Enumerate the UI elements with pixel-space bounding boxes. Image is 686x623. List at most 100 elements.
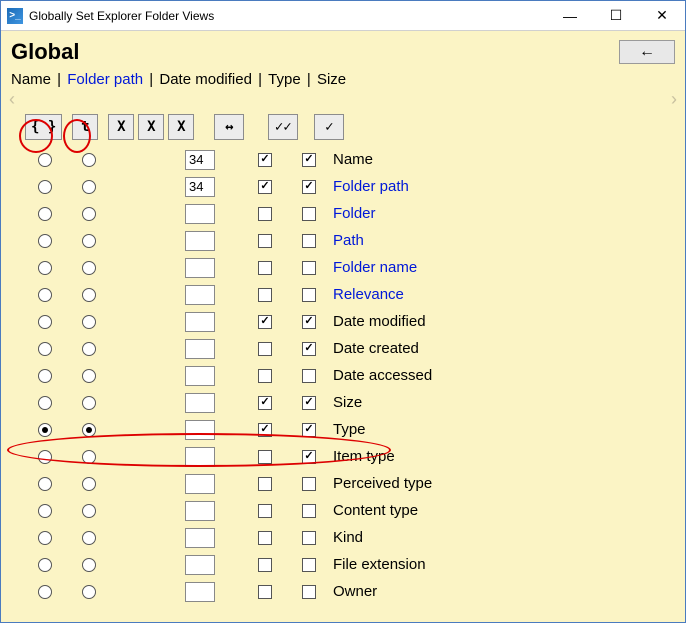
- enable-column-checkbox[interactable]: [302, 207, 316, 221]
- width-input[interactable]: [185, 366, 215, 386]
- group-by-radio[interactable]: [38, 477, 52, 491]
- enable-column-checkbox[interactable]: [302, 153, 316, 167]
- width-input[interactable]: [185, 177, 215, 197]
- width-input[interactable]: [185, 150, 215, 170]
- enable-column-checkbox[interactable]: [302, 531, 316, 545]
- show-column-checkbox[interactable]: [258, 450, 272, 464]
- group-by-radio[interactable]: [38, 369, 52, 383]
- show-column-checkbox[interactable]: [258, 396, 272, 410]
- sort-by-radio[interactable]: [82, 153, 96, 167]
- sort-by-radio[interactable]: [82, 207, 96, 221]
- group-by-radio[interactable]: [38, 531, 52, 545]
- enable-column-checkbox[interactable]: [302, 585, 316, 599]
- width-input[interactable]: [185, 474, 215, 494]
- group-by-radio[interactable]: [38, 315, 52, 329]
- group-by-radio[interactable]: [38, 261, 52, 275]
- show-column-checkbox[interactable]: [258, 477, 272, 491]
- close-button[interactable]: ✕: [639, 1, 685, 30]
- minimize-button[interactable]: —: [547, 1, 593, 30]
- width-input[interactable]: [185, 204, 215, 224]
- sort-by-radio[interactable]: [82, 369, 96, 383]
- show-column-checkbox[interactable]: [258, 558, 272, 572]
- sort-by-radio[interactable]: [82, 531, 96, 545]
- enable-column-checkbox[interactable]: [302, 180, 316, 194]
- group-by-radio[interactable]: [38, 585, 52, 599]
- column-name-label[interactable]: Folder: [329, 205, 685, 222]
- width-input[interactable]: [185, 285, 215, 305]
- show-column-checkbox[interactable]: [258, 315, 272, 329]
- show-column-checkbox[interactable]: [258, 423, 272, 437]
- maximize-button[interactable]: ☐: [593, 1, 639, 30]
- double-check-button[interactable]: ✓✓: [268, 114, 298, 140]
- show-column-checkbox[interactable]: [258, 153, 272, 167]
- sort-by-radio[interactable]: [82, 261, 96, 275]
- sort-by-radio[interactable]: [82, 477, 96, 491]
- show-column-checkbox[interactable]: [258, 261, 272, 275]
- show-column-checkbox[interactable]: [258, 207, 272, 221]
- breadcrumb-item[interactable]: Folder path: [67, 71, 143, 88]
- sort-by-radio[interactable]: [82, 315, 96, 329]
- enable-column-checkbox[interactable]: [302, 450, 316, 464]
- enable-column-checkbox[interactable]: [302, 288, 316, 302]
- show-column-checkbox[interactable]: [258, 504, 272, 518]
- show-column-checkbox[interactable]: [258, 234, 272, 248]
- enable-column-checkbox[interactable]: [302, 234, 316, 248]
- enable-column-checkbox[interactable]: [302, 423, 316, 437]
- show-column-checkbox[interactable]: [258, 180, 272, 194]
- group-by-radio[interactable]: [38, 180, 52, 194]
- x-button-3[interactable]: X: [168, 114, 194, 140]
- enable-column-checkbox[interactable]: [302, 504, 316, 518]
- single-check-button[interactable]: ✓: [314, 114, 344, 140]
- column-name-label[interactable]: Folder path: [329, 178, 685, 195]
- width-input[interactable]: [185, 582, 215, 602]
- group-by-radio[interactable]: [38, 396, 52, 410]
- show-column-checkbox[interactable]: [258, 369, 272, 383]
- column-name-label[interactable]: Path: [329, 232, 685, 249]
- scroll-left-icon[interactable]: ‹: [9, 92, 15, 110]
- enable-column-checkbox[interactable]: [302, 261, 316, 275]
- column-name-label[interactable]: Folder name: [329, 259, 685, 276]
- group-by-radio[interactable]: [38, 153, 52, 167]
- sort-by-radio[interactable]: [82, 342, 96, 356]
- sort-by-radio[interactable]: [82, 423, 96, 437]
- sort-by-radio[interactable]: [82, 234, 96, 248]
- group-by-radio[interactable]: [38, 207, 52, 221]
- enable-column-checkbox[interactable]: [302, 342, 316, 356]
- group-by-radio[interactable]: [38, 342, 52, 356]
- sort-by-radio[interactable]: [82, 558, 96, 572]
- enable-column-checkbox[interactable]: [302, 369, 316, 383]
- width-input[interactable]: [185, 555, 215, 575]
- group-by-radio[interactable]: [38, 504, 52, 518]
- x-button-1[interactable]: X: [108, 114, 134, 140]
- group-by-radio[interactable]: [38, 288, 52, 302]
- enable-column-checkbox[interactable]: [302, 396, 316, 410]
- show-column-checkbox[interactable]: [258, 288, 272, 302]
- sort-by-radio[interactable]: [82, 450, 96, 464]
- width-input[interactable]: [185, 393, 215, 413]
- x-button-2[interactable]: X: [138, 114, 164, 140]
- group-by-radio[interactable]: [38, 450, 52, 464]
- show-column-checkbox[interactable]: [258, 342, 272, 356]
- group-by-radio[interactable]: [38, 423, 52, 437]
- sort-by-radio[interactable]: [82, 288, 96, 302]
- width-arrows-button[interactable]: ↔: [214, 114, 244, 140]
- enable-column-checkbox[interactable]: [302, 558, 316, 572]
- braces-button[interactable]: { }: [25, 114, 62, 140]
- width-input[interactable]: [185, 447, 215, 467]
- t-button[interactable]: t: [72, 114, 98, 140]
- sort-by-radio[interactable]: [82, 396, 96, 410]
- show-column-checkbox[interactable]: [258, 585, 272, 599]
- sort-by-radio[interactable]: [82, 504, 96, 518]
- width-input[interactable]: [185, 501, 215, 521]
- group-by-radio[interactable]: [38, 234, 52, 248]
- back-button[interactable]: ←: [619, 40, 675, 64]
- width-input[interactable]: [185, 312, 215, 332]
- width-input[interactable]: [185, 528, 215, 548]
- column-name-label[interactable]: Relevance: [329, 286, 685, 303]
- width-input[interactable]: [185, 420, 215, 440]
- enable-column-checkbox[interactable]: [302, 477, 316, 491]
- show-column-checkbox[interactable]: [258, 531, 272, 545]
- scroll-right-icon[interactable]: ›: [671, 92, 677, 110]
- width-input[interactable]: [185, 339, 215, 359]
- width-input[interactable]: [185, 258, 215, 278]
